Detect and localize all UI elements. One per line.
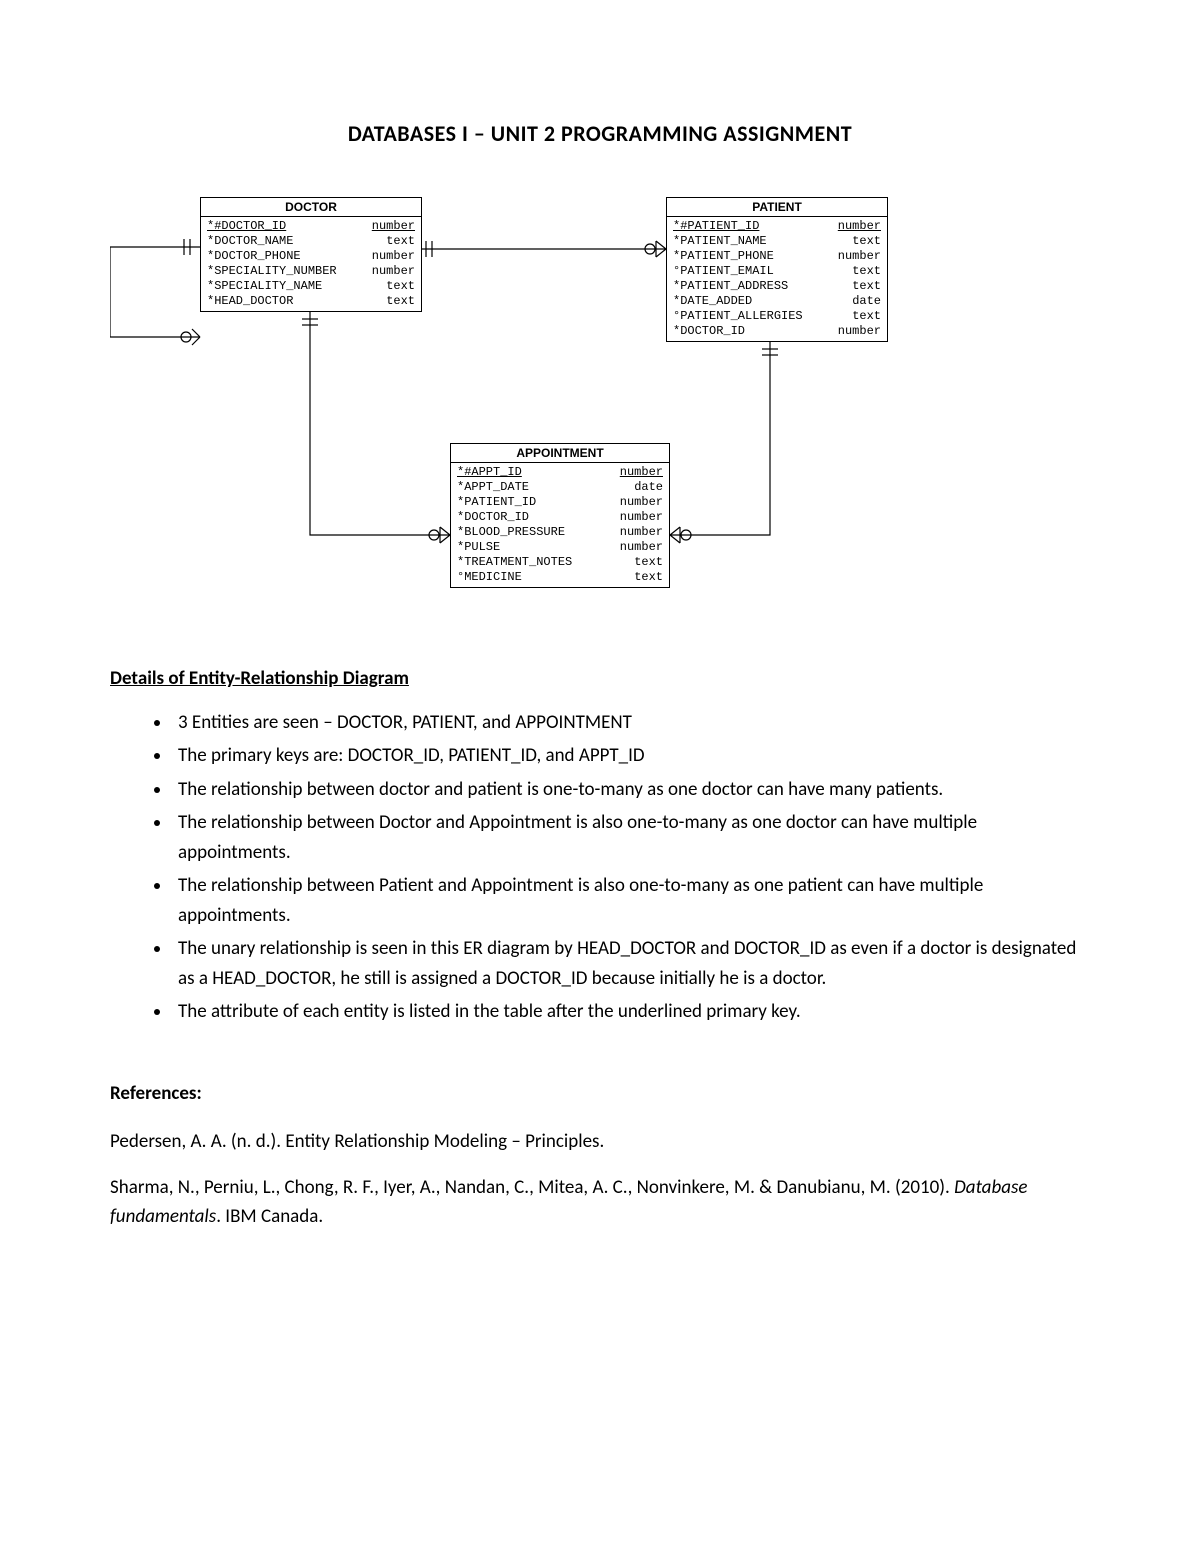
attribute-type: text xyxy=(844,264,881,279)
entity-attribute-row: *DOCTOR_NAME text xyxy=(207,234,415,249)
attribute-type: date xyxy=(844,294,881,309)
entity-attribute-row: *PULSE number xyxy=(457,540,663,555)
detail-item: The attribute of each entity is listed i… xyxy=(172,997,1090,1026)
attribute-name: *DOCTOR_ID xyxy=(673,324,745,339)
entity-attribute-row: *BLOOD_PRESSURE number xyxy=(457,525,663,540)
attribute-type: text xyxy=(626,555,663,570)
attribute-type: text xyxy=(844,309,881,324)
entity-attribute-row: °PATIENT_EMAIL text xyxy=(673,264,881,279)
entity-attribute-row: *PATIENT_ADDRESS text xyxy=(673,279,881,294)
entity-attribute-row: *DOCTOR_ID number xyxy=(673,324,881,339)
entity-attribute-row: *HEAD_DOCTOR text xyxy=(207,294,415,309)
entity-attribute-row: *SPECIALITY_NUMBER number xyxy=(207,264,415,279)
entity-patient-attrs: *#PATIENT_IDnumber*PATIENT_NAMEtext*PATI… xyxy=(667,217,887,341)
entity-attribute-row: *#PATIENT_ID number xyxy=(673,219,881,234)
reference-tail: . IBM Canada. xyxy=(216,1205,323,1228)
attribute-type: number xyxy=(612,465,663,480)
entity-attribute-row: *APPT_DATE date xyxy=(457,480,663,495)
attribute-type: date xyxy=(626,480,663,495)
attribute-type: number xyxy=(830,324,881,339)
page-title: DATABASES I – UNIT 2 PROGRAMMING ASSIGNM… xyxy=(110,120,1090,147)
attribute-type: number xyxy=(830,249,881,264)
attribute-type: number xyxy=(612,495,663,510)
attribute-name: *DOCTOR_ID xyxy=(457,510,529,525)
entity-attribute-row: *PATIENT_PHONE number xyxy=(673,249,881,264)
attribute-name: *DOCTOR_PHONE xyxy=(207,249,301,264)
attribute-type: text xyxy=(378,294,415,309)
reference-item: Sharma, N., Perniu, L., Chong, R. F., Iy… xyxy=(110,1173,1090,1232)
attribute-type: number xyxy=(364,219,415,234)
attribute-name: *SPECIALITY_NAME xyxy=(207,279,322,294)
reference-text: Sharma, N., Perniu, L., Chong, R. F., Iy… xyxy=(110,1176,954,1199)
detail-item: The relationship between Patient and App… xyxy=(172,871,1090,930)
attribute-name: *APPT_DATE xyxy=(457,480,529,495)
attribute-type: text xyxy=(844,279,881,294)
entity-attribute-row: *#APPT_ID number xyxy=(457,465,663,480)
entity-attribute-row: *SPECIALITY_NAME text xyxy=(207,279,415,294)
detail-item: The unary relationship is seen in this E… xyxy=(172,934,1090,993)
details-heading: Details of Entity-Relationship Diagram xyxy=(110,667,1090,690)
attribute-name: *PATIENT_NAME xyxy=(673,234,767,249)
detail-item: 3 Entities are seen – DOCTOR, PATIENT, a… xyxy=(172,708,1090,737)
entity-attribute-row: °MEDICINE text xyxy=(457,570,663,585)
attribute-name: *PATIENT_ADDRESS xyxy=(673,279,788,294)
entity-doctor-title: DOCTOR xyxy=(201,198,421,217)
entity-attribute-row: *PATIENT_NAME text xyxy=(673,234,881,249)
entity-appointment: APPOINTMENT *#APPT_IDnumber*APPT_DATEdat… xyxy=(450,443,670,588)
attribute-type: text xyxy=(844,234,881,249)
attribute-type: number xyxy=(364,264,415,279)
details-list: 3 Entities are seen – DOCTOR, PATIENT, a… xyxy=(110,708,1090,1026)
attribute-type: text xyxy=(626,570,663,585)
attribute-name: *PATIENT_ID xyxy=(457,495,536,510)
attribute-name: *#PATIENT_ID xyxy=(673,219,759,234)
attribute-name: °PATIENT_ALLERGIES xyxy=(673,309,803,324)
entity-patient: PATIENT *#PATIENT_IDnumber*PATIENT_NAMEt… xyxy=(666,197,888,342)
entity-attribute-row: *TREATMENT_NOTES text xyxy=(457,555,663,570)
detail-item: The primary keys are: DOCTOR_ID, PATIENT… xyxy=(172,741,1090,770)
attribute-type: number xyxy=(612,540,663,555)
attribute-name: *TREATMENT_NOTES xyxy=(457,555,572,570)
attribute-name: °PATIENT_EMAIL xyxy=(673,264,774,279)
attribute-name: *#APPT_ID xyxy=(457,465,522,480)
entity-appointment-title: APPOINTMENT xyxy=(451,444,669,463)
entity-doctor: DOCTOR *#DOCTOR_IDnumber*DOCTOR_NAMEtext… xyxy=(200,197,422,312)
document-page: DATABASES I – UNIT 2 PROGRAMMING ASSIGNM… xyxy=(0,0,1200,1553)
er-diagram: DOCTOR *#DOCTOR_IDnumber*DOCTOR_NAMEtext… xyxy=(110,197,1090,627)
entity-doctor-attrs: *#DOCTOR_IDnumber*DOCTOR_NAMEtext*DOCTOR… xyxy=(201,217,421,311)
entity-patient-title: PATIENT xyxy=(667,198,887,217)
detail-item: The relationship between Doctor and Appo… xyxy=(172,808,1090,867)
attribute-name: *PATIENT_PHONE xyxy=(673,249,774,264)
attribute-type: number xyxy=(612,510,663,525)
attribute-name: °MEDICINE xyxy=(457,570,522,585)
attribute-type: number xyxy=(364,249,415,264)
entity-attribute-row: *PATIENT_ID number xyxy=(457,495,663,510)
entity-attribute-row: °PATIENT_ALLERGIES text xyxy=(673,309,881,324)
entity-appointment-attrs: *#APPT_IDnumber*APPT_DATEdate*PATIENT_ID… xyxy=(451,463,669,587)
reference-text: Pedersen, A. A. (n. d.). Entity Relation… xyxy=(110,1130,604,1153)
attribute-name: *BLOOD_PRESSURE xyxy=(457,525,565,540)
entity-attribute-row: *DOCTOR_PHONE number xyxy=(207,249,415,264)
attribute-name: *SPECIALITY_NUMBER xyxy=(207,264,337,279)
attribute-name: *PULSE xyxy=(457,540,500,555)
entity-attribute-row: *#DOCTOR_ID number xyxy=(207,219,415,234)
attribute-name: *HEAD_DOCTOR xyxy=(207,294,293,309)
attribute-name: *#DOCTOR_ID xyxy=(207,219,286,234)
entity-attribute-row: *DOCTOR_ID number xyxy=(457,510,663,525)
attribute-name: *DATE_ADDED xyxy=(673,294,752,309)
attribute-name: *DOCTOR_NAME xyxy=(207,234,293,249)
attribute-type: text xyxy=(378,279,415,294)
attribute-type: number xyxy=(830,219,881,234)
attribute-type: text xyxy=(378,234,415,249)
reference-item: Pedersen, A. A. (n. d.). Entity Relation… xyxy=(110,1127,1090,1156)
references-heading: References: xyxy=(110,1082,1090,1105)
attribute-type: number xyxy=(612,525,663,540)
entity-attribute-row: *DATE_ADDED date xyxy=(673,294,881,309)
detail-item: The relationship between doctor and pati… xyxy=(172,775,1090,804)
